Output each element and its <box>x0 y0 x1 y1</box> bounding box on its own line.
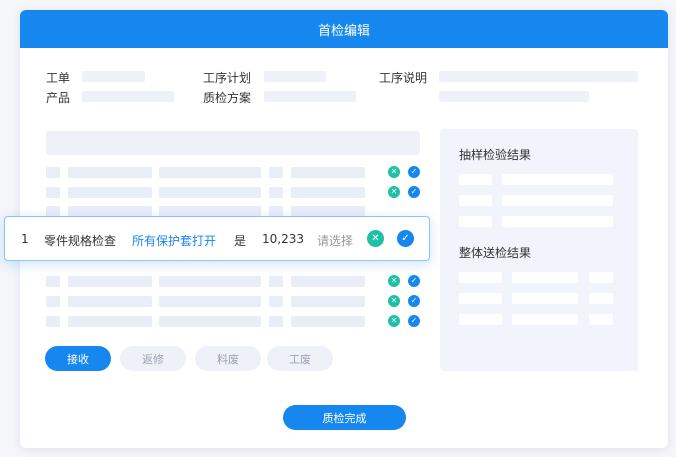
reject-icon[interactable]: ✕ <box>388 295 400 307</box>
product-label: 产品 <box>46 91 71 105</box>
dialog-title: 首检编辑 <box>317 23 370 39</box>
process-plan-field[interactable] <box>264 71 326 82</box>
sample-result-title: 抽样检验结果 <box>459 148 532 162</box>
result-panel: 抽样检验结果 整体送检结果 <box>440 129 638 371</box>
approve-icon[interactable]: ✓ <box>408 166 420 178</box>
row-result: 是 <box>234 234 247 248</box>
row-item: 零件规格检查 <box>44 234 117 248</box>
process-desc-field-line2 <box>439 91 589 102</box>
process-desc-field[interactable] <box>439 71 638 82</box>
material-scrap-button[interactable]: 料废 <box>195 346 261 371</box>
row-value: 10,233 <box>262 232 304 246</box>
row-standard-link[interactable]: 所有保护套打开 <box>132 232 216 249</box>
process-plan-label: 工序计划 <box>203 71 252 85</box>
process-desc-label: 工序说明 <box>379 71 428 85</box>
qc-plan-field[interactable] <box>264 91 356 102</box>
approve-icon[interactable]: ✓ <box>408 186 420 198</box>
row-index: 1 <box>21 232 29 246</box>
row-select[interactable]: 请选择 <box>317 232 353 249</box>
rework-button[interactable]: 返修 <box>120 346 186 371</box>
work-scrap-button[interactable]: 工废 <box>267 346 333 371</box>
approve-icon[interactable]: ✓ <box>397 230 414 247</box>
approve-icon[interactable]: ✓ <box>408 315 420 327</box>
overall-result-title: 整体送检结果 <box>459 246 532 260</box>
reject-icon[interactable]: ✕ <box>388 315 400 327</box>
dialog-header: 首检编辑 <box>20 10 668 48</box>
complete-inspection-button[interactable]: 质检完成 <box>283 405 406 430</box>
work-order-label: 工单 <box>46 71 71 85</box>
reject-icon[interactable]: ✕ <box>367 230 384 247</box>
table-header <box>46 131 420 155</box>
reject-icon[interactable]: ✕ <box>388 186 400 198</box>
work-order-field[interactable] <box>82 71 145 82</box>
product-field[interactable] <box>82 91 174 102</box>
approve-icon[interactable]: ✓ <box>408 275 420 287</box>
qc-plan-label: 质检方案 <box>203 91 252 105</box>
reject-icon[interactable]: ✕ <box>388 166 400 178</box>
reject-icon[interactable]: ✕ <box>388 275 400 287</box>
highlighted-table-row[interactable]: 1 零件规格检查 所有保护套打开 是 10,233 请选择 ✕ ✓ <box>4 216 430 261</box>
accept-button[interactable]: 接收 <box>45 346 111 371</box>
approve-icon[interactable]: ✓ <box>408 295 420 307</box>
